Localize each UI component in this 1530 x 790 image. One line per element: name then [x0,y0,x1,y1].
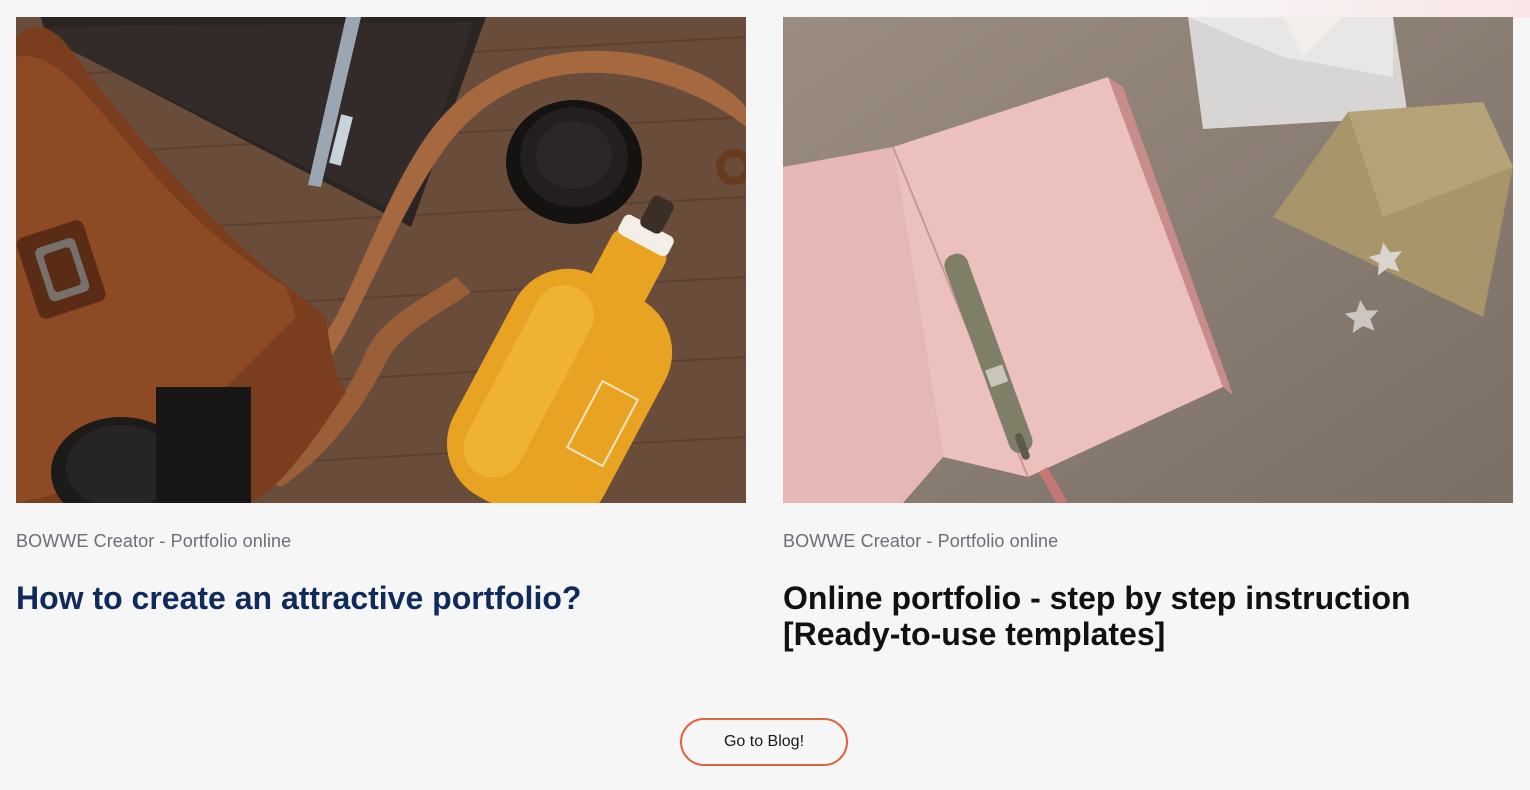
blog-card[interactable]: BOWWE Creator - Portfolio online How to … [16,17,746,616]
decorative-top-gradient [1140,0,1530,18]
go-to-blog-button[interactable]: Go to Blog! [680,718,848,766]
post-category: BOWWE Creator - Portfolio online [783,531,1059,551]
blog-card[interactable]: BOWWE Creator - Portfolio online Online … [783,17,1513,652]
post-image[interactable] [783,17,1513,503]
blog-section: BOWWE Creator - Portfolio online How to … [0,0,1530,790]
post-image[interactable] [16,17,746,503]
post-category: BOWWE Creator - Portfolio online [16,531,292,551]
post-title[interactable]: How to create an attractive portfolio? [16,580,746,616]
post-title[interactable]: Online portfolio - step by step instruct… [783,580,1513,652]
